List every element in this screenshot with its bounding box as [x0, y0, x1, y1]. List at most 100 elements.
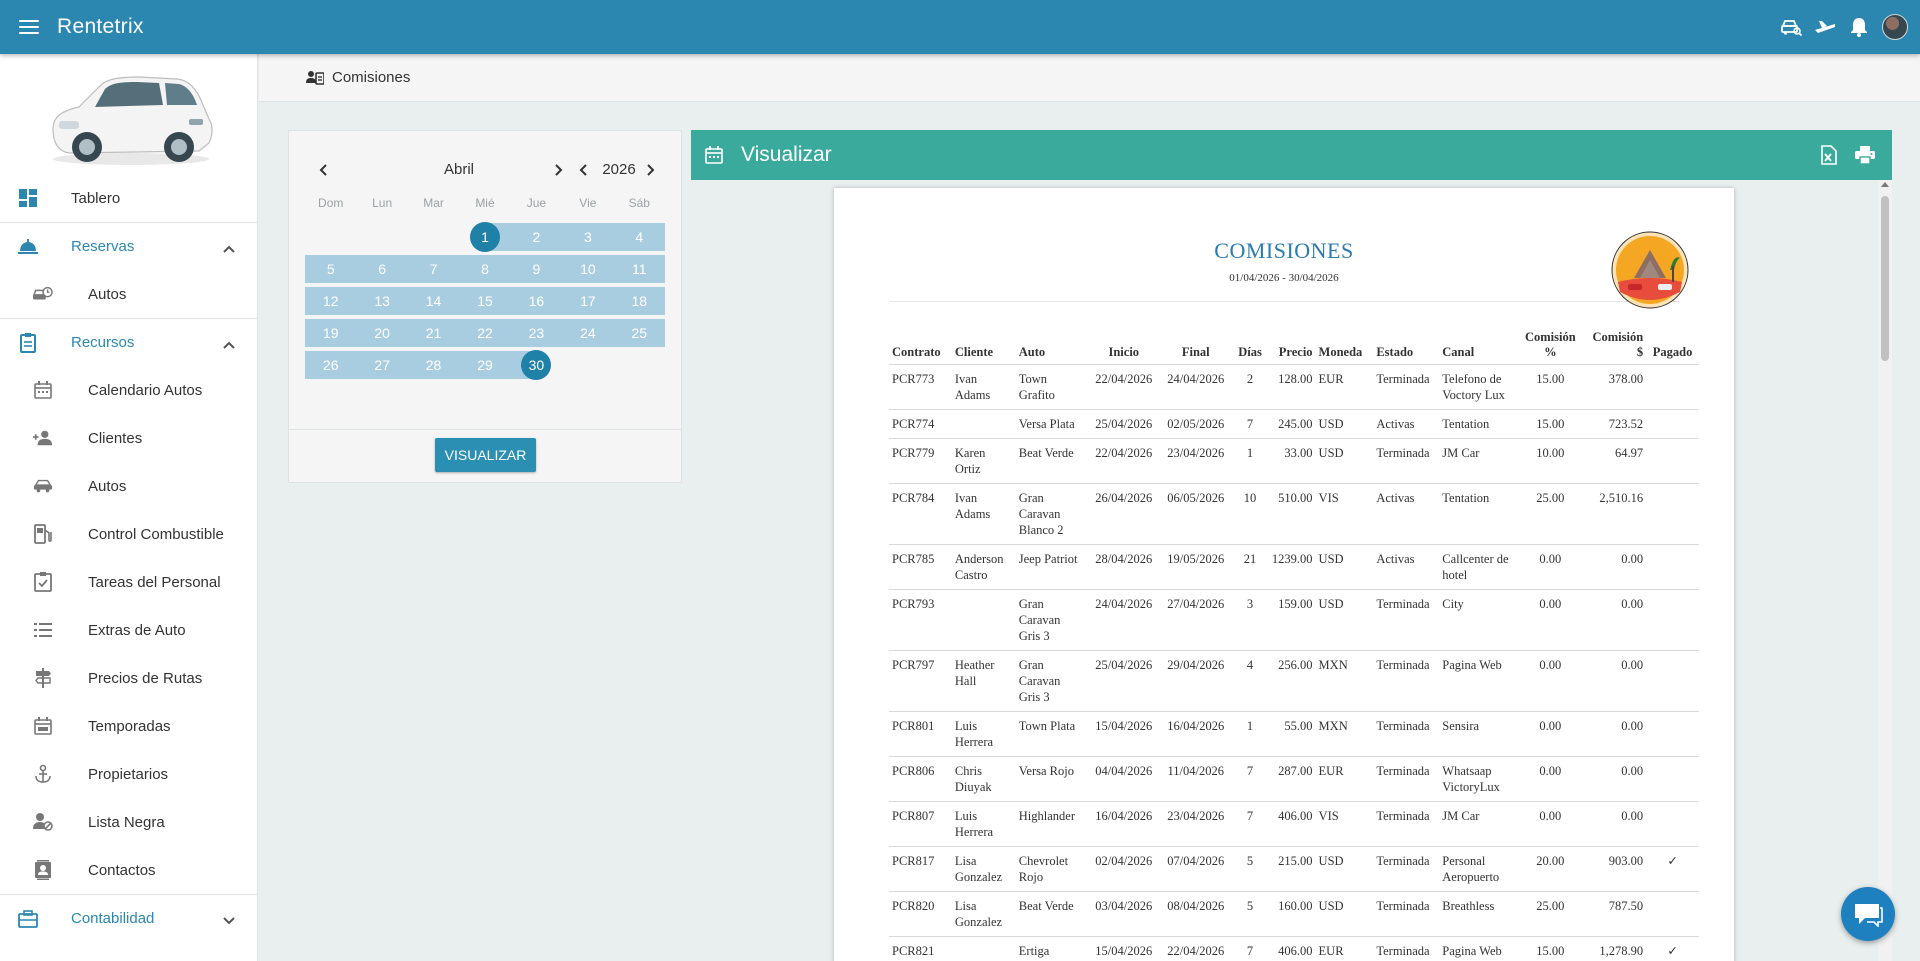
calendar-day[interactable]: 17 [562, 285, 614, 317]
chat-button[interactable] [1841, 887, 1895, 941]
table-cell [1646, 711, 1699, 757]
calendar-day[interactable]: 9 [510, 253, 563, 285]
next-month-button[interactable] [551, 159, 567, 181]
calendar-divider [289, 429, 681, 430]
sidebar-group-recursos[interactable]: Recursos [0, 318, 257, 366]
sidebar-item-clientes[interactable]: Clientes [0, 414, 257, 462]
sidebar-item-calendario-autos[interactable]: Calendario Autos [0, 366, 257, 414]
table-cell: 55.00 [1268, 711, 1316, 757]
chevron-up-icon [223, 240, 235, 257]
table-cell: PCR801 [889, 711, 952, 757]
calendar-day[interactable]: 13 [356, 285, 408, 317]
table-cell: Gran Caravan Gris 3 [1015, 650, 1088, 712]
sidebar-item-lista-negra[interactable]: Lista Negra [0, 798, 257, 846]
table-cell: 10.00 [1518, 438, 1583, 484]
scroll-up-icon[interactable] [1881, 182, 1889, 187]
table-cell: 7 [1231, 409, 1269, 439]
calendar-day[interactable]: 4 [613, 221, 665, 253]
prev-year-button[interactable] [575, 159, 591, 181]
table-cell: 287.00 [1268, 756, 1316, 802]
sidebar-item-tareas-personal[interactable]: Tareas del Personal [0, 558, 257, 606]
weekday-label: Mié [475, 196, 495, 210]
calendar-day[interactable]: 3 [562, 221, 614, 253]
table-row: PCR797 Heather Hall Gran Caravan Gris 3 25/… [889, 650, 1699, 712]
table-row: PCR784 Ivan Adams Gran Caravan Blanco 2 26/… [889, 483, 1699, 545]
calendar-day[interactable]: 22 [459, 317, 511, 349]
weekday-label: Dom [318, 196, 344, 210]
table-cell: 25/04/2026 [1087, 650, 1160, 712]
calendar-day-selected-start[interactable]: 1 [459, 221, 511, 253]
sidebar-item-extras-auto[interactable]: Extras de Auto [0, 606, 257, 654]
bell-icon[interactable] [1848, 16, 1870, 38]
sidebar-group-reservas[interactable]: Reservas [0, 222, 257, 270]
table-cell: Ivan Adams [951, 483, 1016, 545]
print-icon[interactable] [1854, 144, 1876, 166]
table-cell: 5 [1231, 846, 1269, 892]
sidebar-group-contabilidad[interactable]: Contabilidad [0, 894, 257, 942]
table-cell: 0.00 [1582, 650, 1647, 712]
calendar-day[interactable]: 7 [407, 253, 460, 285]
table-cell: 02/05/2026 [1159, 409, 1232, 439]
calendar-day[interactable]: 18 [613, 285, 665, 317]
weekday-label: Jue [526, 196, 547, 210]
excel-icon[interactable] [1818, 144, 1840, 166]
sidebar-item-tablero[interactable]: Tablero [0, 174, 257, 222]
calendar-day[interactable]: 5 [305, 253, 357, 285]
car-search-icon[interactable] [1780, 16, 1802, 38]
calendar-day[interactable]: 27 [356, 349, 408, 381]
table-cell: PCR784 [889, 483, 952, 545]
table-cell: Terminada [1373, 846, 1440, 892]
table-cell: USD [1315, 544, 1374, 590]
visualizar-button[interactable]: VISUALIZAR [435, 438, 536, 472]
table-cell: Whatsaap VictoryLux [1439, 756, 1519, 802]
calendar-day[interactable]: 8 [459, 253, 511, 285]
calendar-day[interactable]: 12 [305, 285, 357, 317]
table-cell [951, 409, 1016, 439]
calendar-day[interactable]: 20 [356, 317, 408, 349]
calendar-day[interactable]: 29 [459, 349, 511, 381]
menu-icon[interactable] [19, 20, 39, 34]
table-cell: Chris Diuyak [951, 756, 1016, 802]
table-cell: USD [1315, 438, 1374, 484]
report-scrollbar[interactable] [1878, 180, 1892, 961]
prev-month-button[interactable] [315, 159, 331, 181]
table-cell: 7 [1231, 756, 1269, 802]
sidebar-item-temporadas[interactable]: Temporadas [0, 702, 257, 750]
table-cell: Anderson Castro [951, 544, 1016, 590]
calendar-day[interactable]: 19 [305, 317, 357, 349]
calendar-day[interactable]: 15 [459, 285, 511, 317]
sidebar-item-precios-rutas[interactable]: Precios de Rutas [0, 654, 257, 702]
avatar[interactable] [1882, 14, 1908, 40]
sidebar-item-contactos[interactable]: Contactos [0, 846, 257, 894]
table-cell: 7 [1231, 801, 1269, 847]
sidebar-item-autos[interactable]: Autos [0, 462, 257, 510]
table-cell: 28/04/2026 [1087, 544, 1160, 590]
calendar-day[interactable]: 21 [407, 317, 460, 349]
table-cell: 19/05/2026 [1159, 544, 1232, 590]
sidebar: Tablero Reservas Autos Recursos Calendar… [0, 54, 258, 961]
calendar-day[interactable]: 2 [510, 221, 563, 253]
calendar-day[interactable]: 16 [510, 285, 563, 317]
car-clock-icon [33, 284, 53, 304]
calendar-day[interactable]: 26 [305, 349, 357, 381]
table-cell: Activas [1373, 544, 1440, 590]
scroll-thumb[interactable] [1881, 196, 1889, 361]
calendar-day[interactable]: 14 [407, 285, 460, 317]
plane-icon[interactable] [1814, 16, 1836, 38]
table-row: PCR821 Ertiga 15/04/2026 22/04/2026 7 406.00 E… [889, 936, 1699, 961]
calendar-day[interactable]: 24 [562, 317, 614, 349]
sidebar-item-propietarios[interactable]: Propietarios [0, 750, 257, 798]
calendar-day[interactable]: 23 [510, 317, 563, 349]
next-year-button[interactable] [643, 159, 659, 181]
calendar-day[interactable]: 10 [562, 253, 614, 285]
report-viewer[interactable]: COMISIONES 01/04/2026 - 30/04/2026 Contr… [691, 180, 1892, 961]
calendar-day-selected-end[interactable]: 30 [510, 349, 563, 381]
calendar-day[interactable]: 6 [356, 253, 408, 285]
calendar-day[interactable]: 11 [613, 253, 665, 285]
col-cliente: Cliente [951, 330, 1016, 365]
calendar-day[interactable]: 28 [407, 349, 460, 381]
sidebar-item-autos-reservas[interactable]: Autos [0, 270, 257, 318]
calendar-day[interactable]: 25 [613, 317, 665, 349]
sidebar-item-control-combustible[interactable]: Control Combustible [0, 510, 257, 558]
table-cell: Pagina Web [1439, 650, 1519, 712]
